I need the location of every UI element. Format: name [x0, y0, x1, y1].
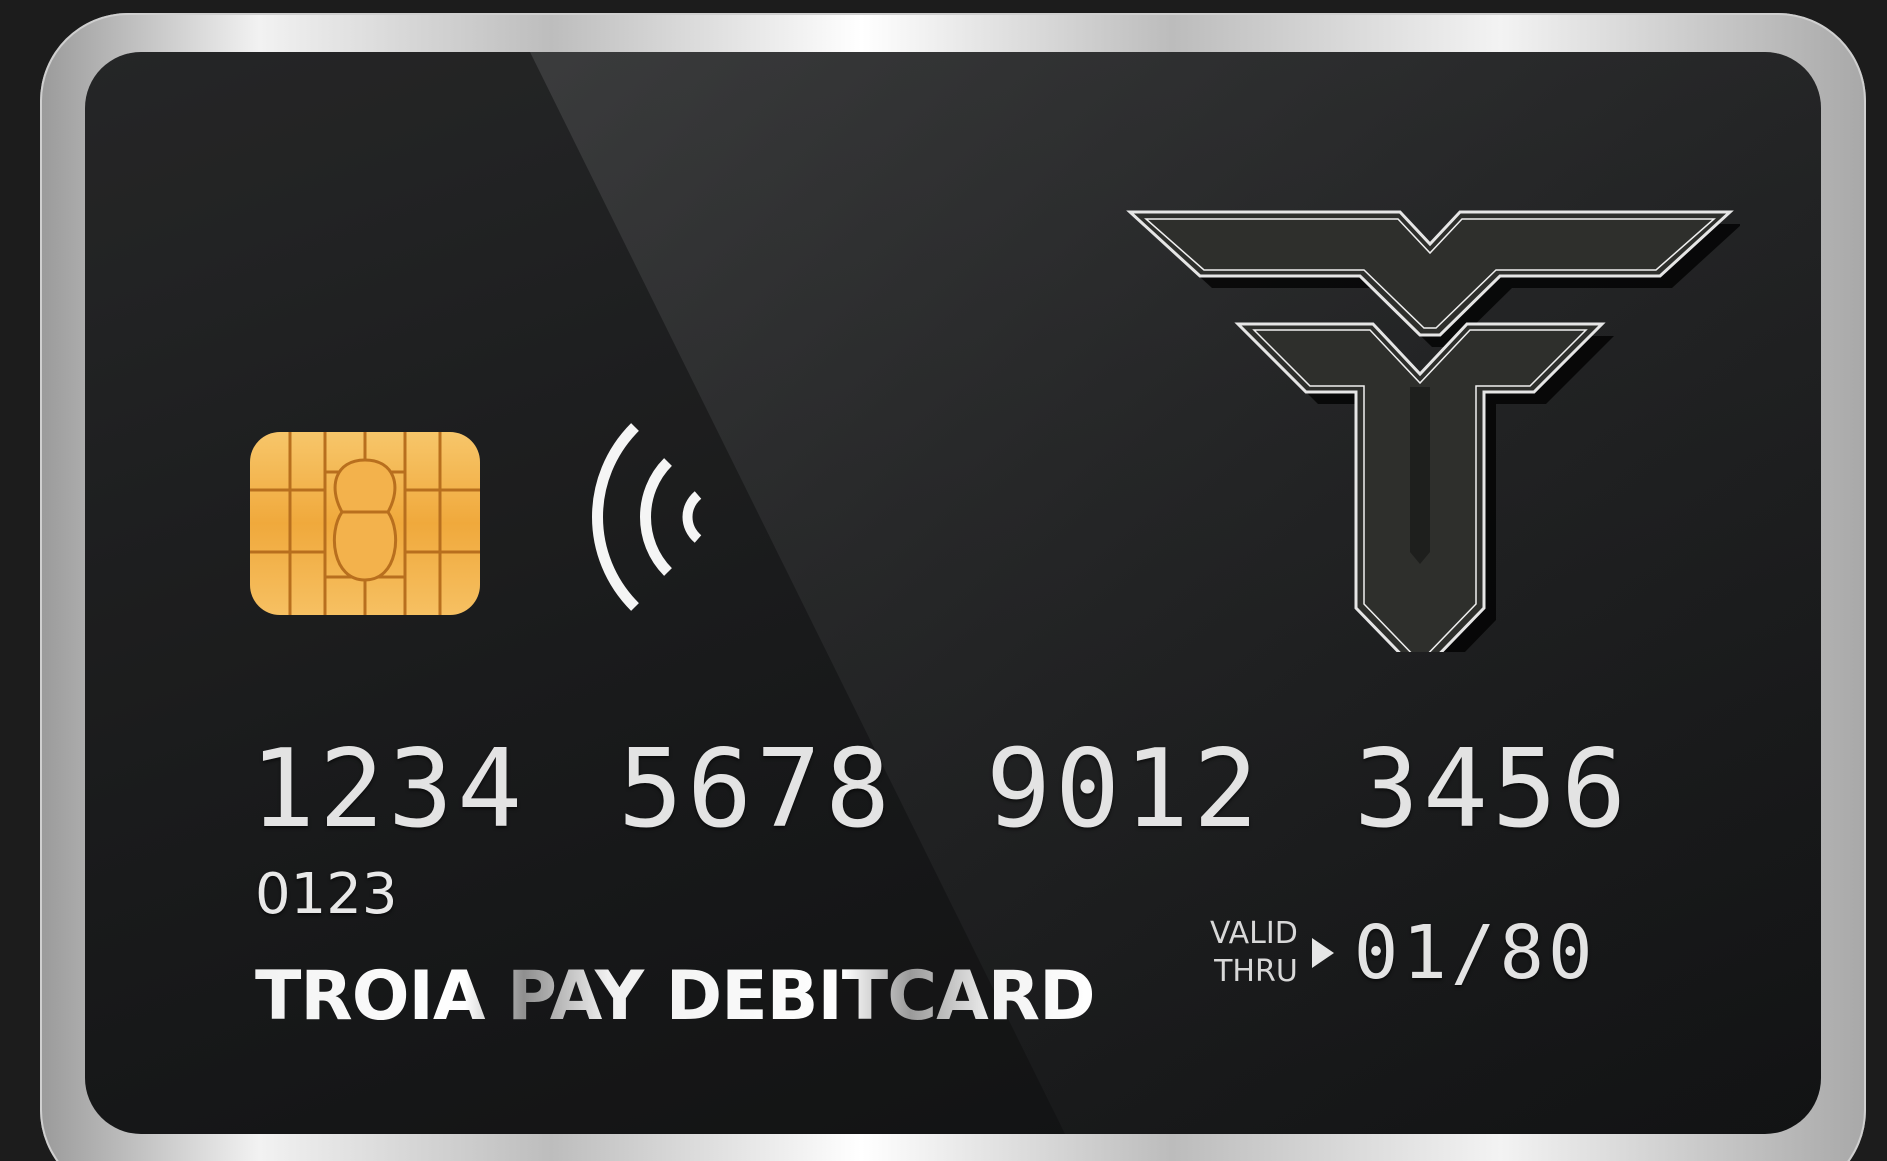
valid-thru: VALID THRU 01/80: [1210, 910, 1597, 996]
valid-label-line2: THRU: [1214, 954, 1298, 989]
card-code: 0123: [255, 862, 398, 927]
emv-chip-icon: [250, 432, 480, 615]
troia-logo: [1126, 210, 1740, 652]
valid-label-line1: VALID: [1210, 916, 1298, 951]
contactless-icon: [592, 423, 702, 611]
valid-thru-date: 01/80: [1353, 910, 1597, 996]
card-number: 1234 5678 9012 3456: [250, 727, 1722, 852]
card-number-group-2: 5678: [618, 727, 895, 852]
triangle-right-icon: [1311, 938, 1334, 968]
card-number-group-4: 3456: [1354, 727, 1631, 852]
card-brand-name: TROIA PAY DEBITCARD: [255, 957, 1096, 1036]
valid-thru-label: VALID THRU: [1210, 915, 1298, 991]
debit-card: 1234 5678 9012 3456 0123 TROIA PAY DEBIT…: [85, 52, 1821, 1134]
card-stage: 1234 5678 9012 3456 0123 TROIA PAY DEBIT…: [0, 0, 1887, 1161]
card-number-group-3: 9012: [986, 727, 1263, 852]
card-number-group-1: 1234: [250, 727, 527, 852]
